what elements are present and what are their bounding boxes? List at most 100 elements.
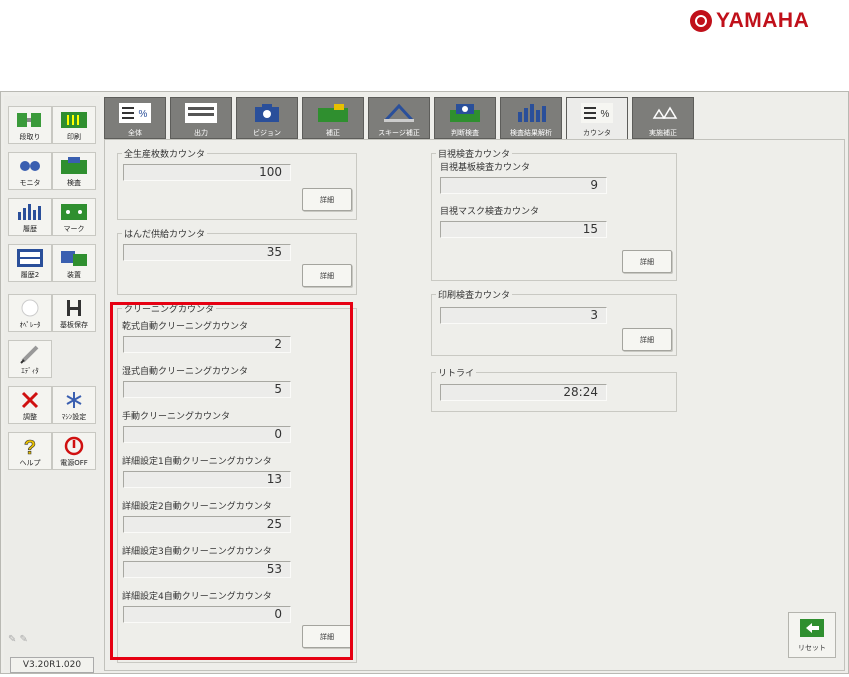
visual-mask-value: 15: [440, 221, 607, 238]
reset-icon: [798, 617, 826, 639]
visual-mask-label: 目視マスク検査カウンタ: [440, 207, 540, 217]
retry-value: 28:24: [440, 384, 607, 401]
inspect-icon: [59, 156, 89, 176]
tab-label: 出力: [194, 129, 208, 137]
sidebar-item-history2[interactable]: 履歴2: [8, 244, 52, 282]
sidebar-item-label: 検査: [67, 179, 81, 187]
triangle-correction-icon: [646, 102, 680, 124]
tab-label: 判断検査: [451, 129, 479, 137]
visual-detail-button[interactable]: 詳細: [622, 250, 672, 273]
tab-label: 補正: [326, 129, 340, 137]
solder-supply-value: 35: [123, 244, 291, 261]
print-inspection-group: 印刷検査カウンタ 3 詳細: [431, 288, 677, 356]
tab-label: ビジョン: [253, 129, 281, 137]
retry-group: リトライ 28:24: [431, 366, 677, 412]
svg-text:%: %: [601, 109, 610, 120]
sidebar-item-label: 履歴2: [20, 271, 40, 279]
group-title: はんだ供給カウンタ: [122, 227, 208, 240]
history-bars-icon: [15, 202, 45, 222]
sidebar-item-help[interactable]: ? ヘルプ: [8, 432, 52, 470]
sidebar-item-label: マーク: [63, 225, 85, 233]
tab-judgment[interactable]: 判断検査: [434, 97, 496, 139]
sidebar-item-label: 電源OFF: [60, 459, 88, 467]
tab-counter[interactable]: % カウンタ: [566, 97, 628, 139]
tab-label: 検査結果解析: [510, 129, 552, 137]
counter-percent-icon: %: [580, 102, 614, 124]
print-icon: [59, 110, 89, 130]
svg-text:%: %: [139, 109, 148, 120]
mark-icon: [59, 202, 89, 222]
group-title: リトライ: [436, 366, 477, 379]
tab-squeegee[interactable]: スキージ補正: [368, 97, 430, 139]
sidebar-item-inspect[interactable]: 検査: [52, 152, 96, 190]
sidebar-item-editor[interactable]: ｴﾃﾞｨﾀ: [8, 340, 52, 378]
sidebar-item-label: ﾏｼﾝ設定: [61, 413, 87, 421]
print-inspection-value: 3: [440, 307, 607, 324]
sidebar-item-machine-settings[interactable]: ﾏｼﾝ設定: [52, 386, 96, 424]
tab-result-analysis[interactable]: 検査結果解析: [500, 97, 562, 139]
tab-correction[interactable]: 補正: [302, 97, 364, 139]
bar-chart-icon: [514, 102, 548, 124]
sidebar-item-setup[interactable]: 段取り: [8, 106, 52, 144]
total-production-group: 全生産枚数カウンタ 100 詳細: [117, 147, 357, 220]
tab-label: カウンタ: [583, 129, 611, 137]
group-title: 全生産枚数カウンタ: [122, 147, 208, 160]
sidebar: 段取り 印刷 モニタ 検査 履歴 マーク 履歴2 装置 ｵﾍﾟﾚｰﾀ 基板保存 …: [4, 96, 100, 673]
sidebar-item-history[interactable]: 履歴: [8, 198, 52, 236]
tab-label: 全体: [128, 129, 142, 137]
logo-text: YAMAHA: [716, 9, 810, 32]
operator-icon: [15, 298, 45, 318]
total-detail-button[interactable]: 詳細: [302, 188, 352, 211]
sidebar-item-mark[interactable]: マーク: [52, 198, 96, 236]
sidebar-item-label: 段取り: [19, 133, 41, 141]
inspection-camera-icon: [448, 102, 482, 124]
tab-overall[interactable]: % 全体: [104, 97, 166, 139]
history-screen-icon: [15, 248, 45, 268]
reset-label: リセット: [798, 644, 826, 652]
sidebar-item-label: 印刷: [67, 133, 81, 141]
adjust-icon: [15, 390, 45, 410]
svg-text:?: ?: [24, 437, 36, 456]
print-inspection-detail-button[interactable]: 詳細: [622, 328, 672, 351]
tab-label: スキージ補正: [378, 129, 420, 137]
sidebar-item-label: ｴﾃﾞｨﾀ: [21, 367, 39, 375]
highlight-frame: [110, 302, 353, 660]
monitor-icon: [15, 156, 45, 176]
board-correction-icon: [316, 102, 350, 124]
sidebar-item-machine[interactable]: 装置: [52, 244, 96, 282]
visual-inspection-group: 目視検査カウンタ 目視基板検査カウンタ 9 目視マスク検査カウンタ 15 詳細: [431, 147, 677, 281]
tab-vision[interactable]: ビジョン: [236, 97, 298, 139]
sidebar-item-operator[interactable]: ｵﾍﾟﾚｰﾀ: [8, 294, 52, 332]
sidebar-item-power-off[interactable]: 電源OFF: [52, 432, 96, 470]
camera-icon: [250, 102, 284, 124]
sidebar-item-board-save[interactable]: 基板保存: [52, 294, 96, 332]
solder-supply-group: はんだ供給カウンタ 35 詳細: [117, 227, 357, 295]
sidebar-item-monitor[interactable]: モニタ: [8, 152, 52, 190]
tab-execution-correction[interactable]: 実施補正: [632, 97, 694, 139]
yamaha-emblem-icon: [690, 10, 712, 32]
sidebar-item-label: ｵﾍﾟﾚｰﾀ: [19, 321, 41, 329]
sidebar-item-adjust[interactable]: 調整: [8, 386, 52, 424]
visual-board-value: 9: [440, 177, 607, 194]
sidebar-item-print[interactable]: 印刷: [52, 106, 96, 144]
machine-settings-icon: [59, 390, 89, 410]
reset-button[interactable]: リセット: [788, 612, 836, 658]
board-save-icon: [59, 298, 89, 318]
visual-board-label: 目視基板検査カウンタ: [440, 163, 531, 173]
sidebar-item-label: 履歴: [23, 225, 37, 233]
pencil-tools-icon: ✎ ✎: [8, 634, 28, 645]
yamaha-logo: YAMAHA: [690, 6, 840, 36]
sidebar-item-label: 装置: [67, 271, 81, 279]
sidebar-item-label: 調整: [23, 413, 37, 421]
sidebar-item-label: ヘルプ: [19, 459, 41, 467]
output-icon: [184, 102, 218, 124]
tab-output[interactable]: 出力: [170, 97, 232, 139]
setup-icon: [15, 110, 45, 130]
pencil-icon: [15, 344, 45, 364]
power-icon: [59, 436, 89, 456]
solder-detail-button[interactable]: 詳細: [302, 264, 352, 287]
sidebar-item-label: 基板保存: [60, 321, 88, 329]
group-title: 目視検査カウンタ: [436, 147, 513, 160]
help-icon: ?: [15, 436, 45, 456]
machine-icon: [59, 248, 89, 268]
